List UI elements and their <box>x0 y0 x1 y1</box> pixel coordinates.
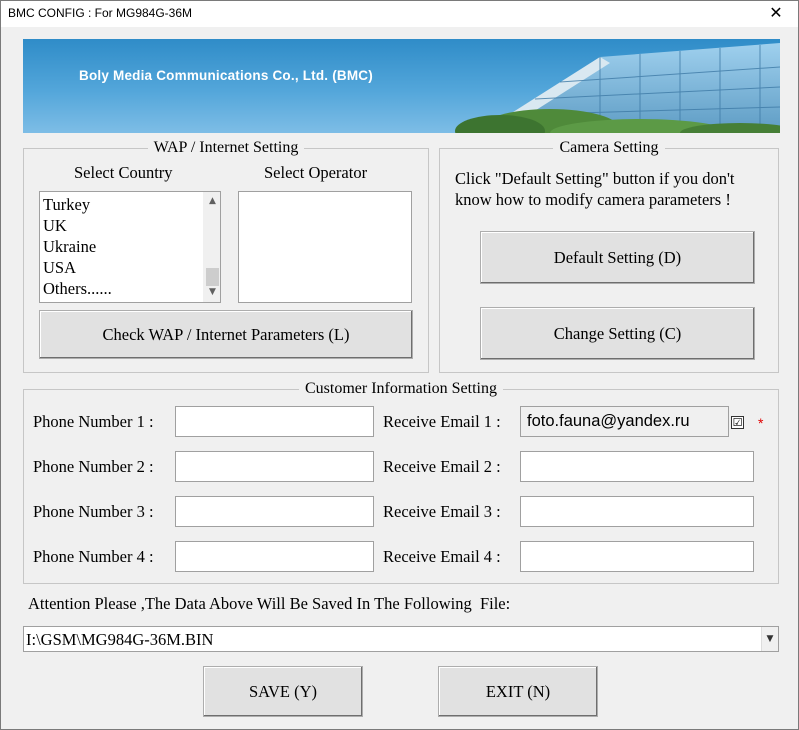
save-button-label: SAVE (Y) <box>249 682 317 701</box>
country-list: Turkey UK Ukraine USA Others...... <box>43 194 112 299</box>
config-window: BMC CONFIG : For MG984G-36M ✕ Boly Media… <box>0 0 799 730</box>
list-item[interactable]: USA <box>43 257 112 278</box>
receive-email-1-input[interactable] <box>520 406 729 437</box>
operator-listbox[interactable] <box>238 191 412 303</box>
customer-group-legend: Customer Information Setting <box>305 380 497 397</box>
check-wap-button[interactable]: Check WAP / Internet Parameters (L) <box>39 310 413 359</box>
building-illustration <box>455 43 780 133</box>
receive-email-2-label: Receive Email 2 : <box>383 457 501 476</box>
country-scrollbar[interactable]: ▲ ▼ <box>203 192 220 302</box>
save-file-path: I:\GSM\MG984G-36M.BIN <box>26 630 214 649</box>
select-country-label: Select Country <box>74 163 173 182</box>
exit-button[interactable]: EXIT (N) <box>438 666 598 717</box>
phone-number-1-label: Phone Number 1 : <box>33 412 154 431</box>
window-title: BMC CONFIG : For MG984G-36M <box>8 6 193 20</box>
camera-hint-line2: know how to modify camera parameters ! <box>455 190 731 209</box>
chevron-down-icon[interactable]: ▼ <box>761 627 778 651</box>
receive-email-4-input[interactable] <box>520 541 754 572</box>
required-asterisk: * <box>758 415 764 431</box>
camera-group-legend: Camera Setting <box>559 139 659 156</box>
list-item[interactable]: Ukraine <box>43 236 112 257</box>
title-bar[interactable]: BMC CONFIG : For MG984G-36M ✕ <box>1 1 798 27</box>
phone-number-4-label: Phone Number 4 : <box>33 547 154 566</box>
phone-number-2-label: Phone Number 2 : <box>33 457 154 476</box>
list-item[interactable]: Turkey <box>43 194 112 215</box>
save-file-combobox[interactable]: I:\GSM\MG984G-36M.BIN ▼ <box>23 626 779 652</box>
select-operator-label: Select Operator <box>264 163 368 182</box>
receive-email-3-input[interactable] <box>520 496 754 527</box>
list-item[interactable]: UK <box>43 215 112 236</box>
country-listbox[interactable]: Turkey UK Ukraine USA Others...... ▲ ▼ <box>39 191 221 303</box>
wap-group-legend: WAP / Internet Setting <box>153 139 299 156</box>
receive-email-2-input[interactable] <box>520 451 754 482</box>
phone-number-3-input[interactable] <box>175 496 374 527</box>
close-icon[interactable]: ✕ <box>754 1 798 27</box>
phone-number-4-input[interactable] <box>175 541 374 572</box>
company-banner: Boly Media Communications Co., Ltd. (BMC… <box>23 39 780 133</box>
scroll-up-icon[interactable]: ▲ <box>204 193 221 210</box>
change-setting-button-label: Change Setting (C) <box>553 324 682 343</box>
receive-email-1-label: Receive Email 1 : <box>383 412 501 431</box>
exit-button-label: EXIT (N) <box>485 682 551 701</box>
save-notice-text: Attention Please ,The Data Above Will Be… <box>28 594 511 613</box>
list-item[interactable]: Others...... <box>43 278 112 299</box>
default-setting-button[interactable]: Default Setting (D) <box>480 231 755 284</box>
camera-hint-line1: Click "Default Setting" button if you do… <box>455 169 735 188</box>
phone-number-3-label: Phone Number 3 : <box>33 502 154 521</box>
receive-email-4-label: Receive Email 4 : <box>383 547 501 566</box>
email-1-enable-checkbox[interactable]: ☑ <box>731 416 744 429</box>
check-wap-button-label: Check WAP / Internet Parameters (L) <box>102 325 350 344</box>
company-name: Boly Media Communications Co., Ltd. (BMC… <box>79 68 373 83</box>
change-setting-button[interactable]: Change Setting (C) <box>480 307 755 360</box>
default-setting-button-label: Default Setting (D) <box>553 248 682 267</box>
receive-email-3-label: Receive Email 3 : <box>383 502 501 521</box>
phone-number-1-input[interactable] <box>175 406 374 437</box>
scroll-down-icon[interactable]: ▼ <box>204 284 221 301</box>
save-button[interactable]: SAVE (Y) <box>203 666 363 717</box>
phone-number-2-input[interactable] <box>175 451 374 482</box>
